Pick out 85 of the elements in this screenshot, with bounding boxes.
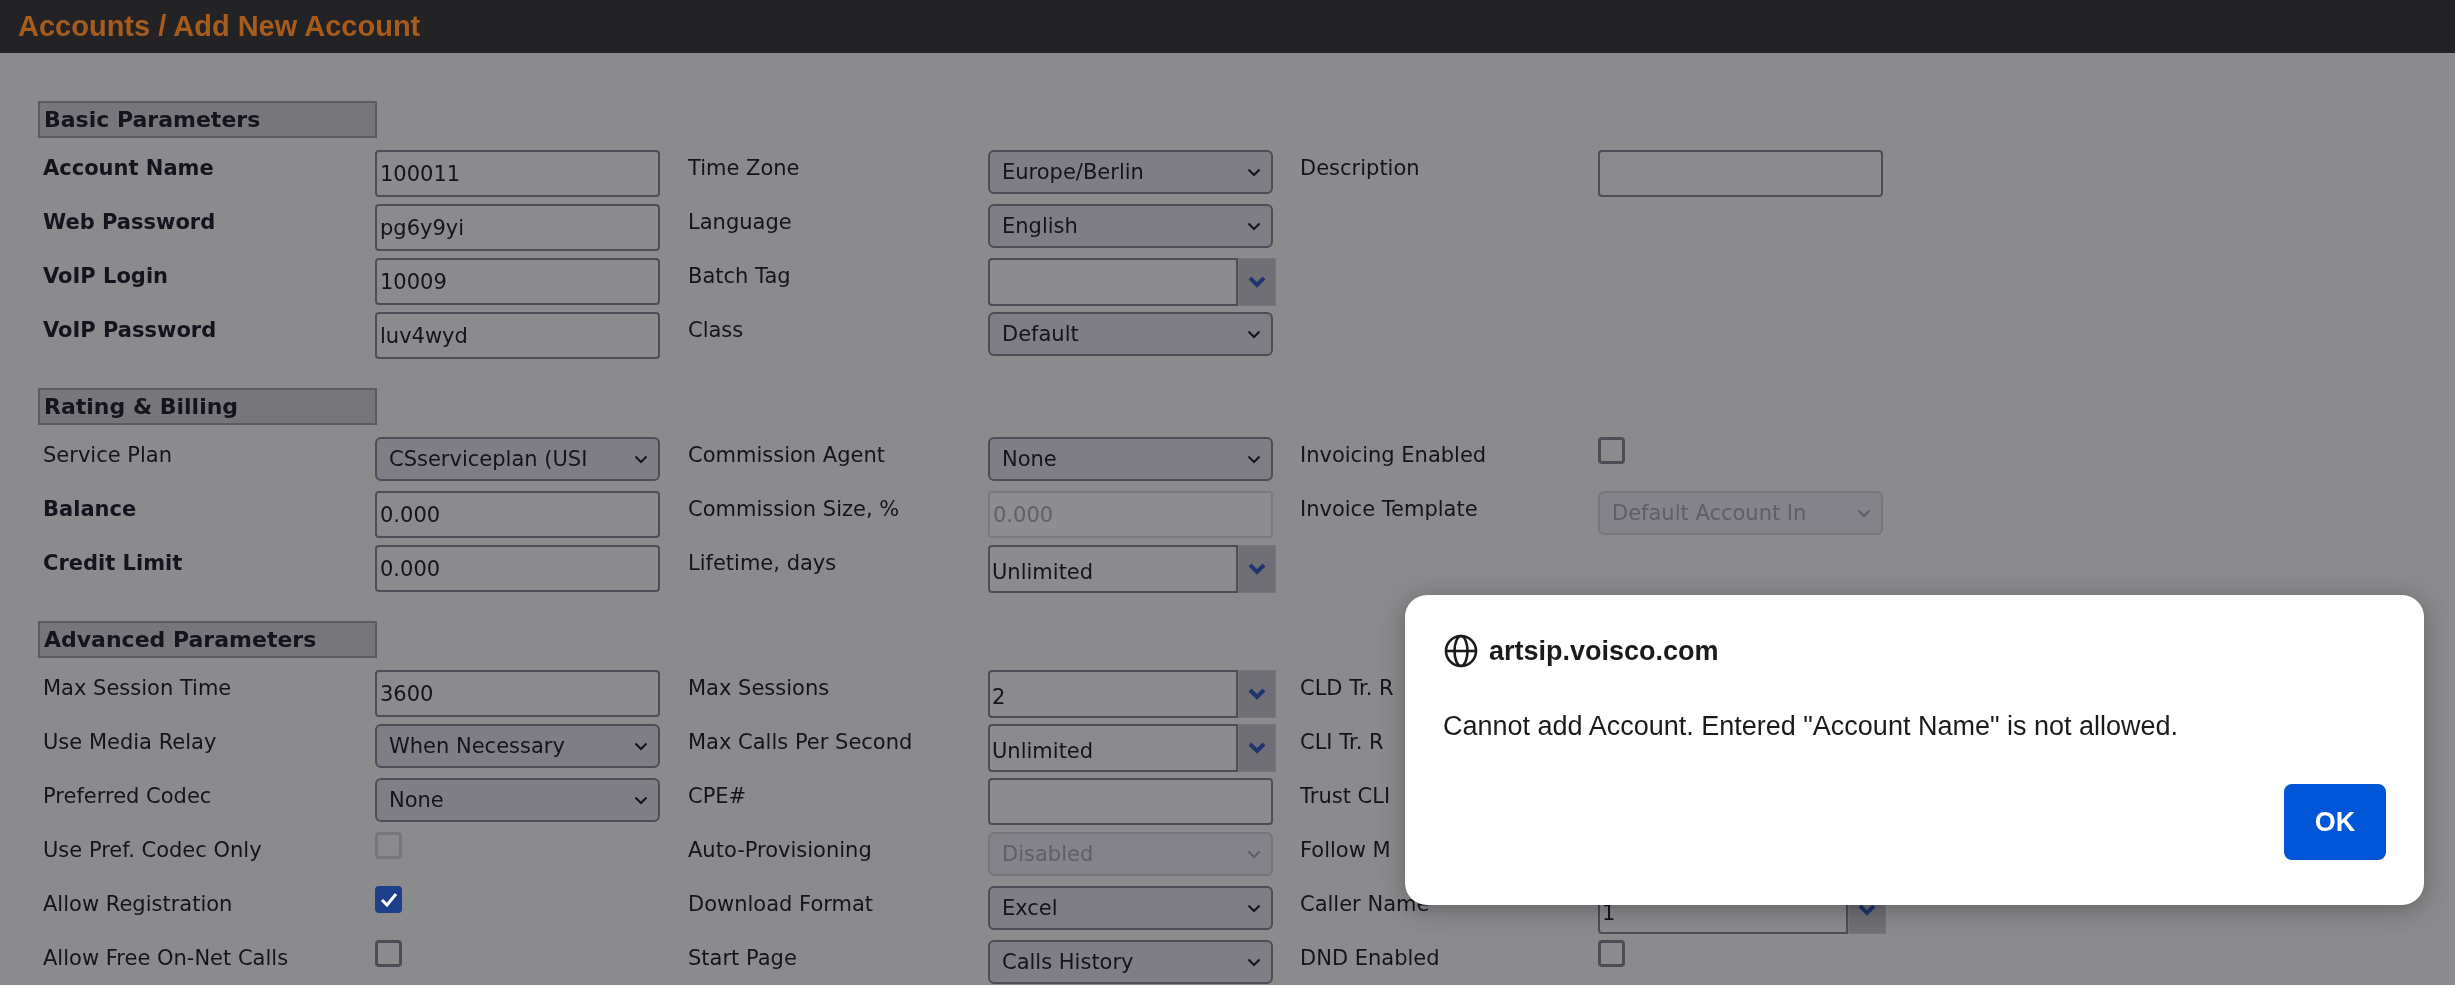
field-label: Use Pref. Codec Only [43, 838, 262, 862]
dropdown[interactable]: None [988, 437, 1273, 481]
dropdown[interactable]: English [988, 204, 1273, 248]
field-label: Language [688, 210, 792, 234]
checkbox[interactable] [375, 886, 402, 913]
field-label: VoIP Login [43, 264, 169, 288]
dropdown[interactable]: CSserviceplan (USI [375, 437, 660, 481]
chevron-down-icon [1247, 903, 1261, 913]
field-label: Trust CLI [1300, 784, 1391, 808]
field-label: Use Media Relay [43, 730, 217, 754]
field-label: CLI Tr. R [1300, 730, 1384, 754]
field-label: Batch Tag [688, 264, 791, 288]
field-label: Auto-Provisioning [688, 838, 872, 862]
input-field[interactable]: 10009 [375, 258, 660, 305]
checkbox[interactable] [1598, 437, 1625, 464]
checkbox[interactable] [1598, 940, 1625, 967]
checkmark-icon [379, 891, 398, 908]
chevron-down-icon [1247, 454, 1261, 464]
input-field[interactable]: 0.000 [375, 491, 660, 538]
dropdown[interactable]: When Necessary [375, 724, 660, 768]
checkbox[interactable] [375, 940, 402, 967]
input-field[interactable] [1598, 150, 1883, 197]
chevron-down-icon [1247, 221, 1261, 231]
field-label: Service Plan [43, 443, 172, 467]
section-heading: Rating & Billing [38, 388, 377, 425]
field-label: Time Zone [688, 156, 800, 180]
field-label: DND Enabled [1300, 946, 1440, 970]
field-label: CPE# [688, 784, 747, 808]
field-label: Balance [43, 497, 137, 521]
input-field[interactable]: Unlimited [988, 724, 1238, 772]
chevron-down-icon [1247, 849, 1261, 859]
field-label: Lifetime, days [688, 551, 837, 575]
field-label: Download Format [688, 892, 874, 916]
field-label: Account Name [43, 156, 214, 180]
field-label: Follow M [1300, 838, 1391, 862]
field-label: Credit Limit [43, 551, 183, 575]
field-label: Max Sessions [688, 676, 830, 700]
caret-icon [1248, 276, 1266, 288]
field-label: Max Calls Per Second [688, 730, 913, 754]
chevron-down-icon [634, 795, 648, 805]
dropdown[interactable]: None [375, 778, 660, 822]
field-label: Allow Free On-Net Calls [43, 946, 289, 970]
caret-icon [1248, 563, 1266, 575]
chevron-down-icon [1247, 957, 1261, 967]
field-label: Commission Size, % [688, 497, 900, 521]
caret-icon [1248, 742, 1266, 754]
input-field[interactable]: Unlimited [988, 545, 1238, 593]
field-label: Description [1300, 156, 1420, 180]
input-field[interactable]: 2 [988, 670, 1238, 718]
globe-icon [1443, 633, 1479, 669]
field-label: Web Password [43, 210, 216, 234]
field-label: Preferred Codec [43, 784, 212, 808]
field-label: Class [688, 318, 744, 342]
dropdown[interactable]: Excel [988, 886, 1273, 930]
field-label: Start Page [688, 946, 797, 970]
input-field[interactable]: 0.000 [375, 545, 660, 592]
dropdown[interactable]: Calls History [988, 940, 1273, 984]
dropdown[interactable]: Default [988, 312, 1273, 356]
dropdown[interactable]: Europe/Berlin [988, 150, 1273, 194]
ok-button[interactable]: OK [2284, 784, 2386, 860]
field-label: CLD Tr. R [1300, 676, 1394, 700]
field-label: Commission Agent [688, 443, 885, 467]
input-field[interactable]: 100011 [375, 150, 660, 197]
input-field[interactable] [988, 778, 1273, 825]
input-field[interactable]: luv4wyd [375, 312, 660, 359]
page-title: Accounts / Add New Account [18, 10, 421, 43]
chevron-down-icon [634, 454, 648, 464]
input-field[interactable] [988, 258, 1238, 306]
input-field[interactable]: 3600 [375, 670, 660, 717]
field-label: Allow Registration [43, 892, 233, 916]
input-field[interactable]: pg6y9yi [375, 204, 660, 251]
caret-icon [1858, 904, 1876, 916]
chevron-down-icon [1857, 508, 1871, 518]
section-heading: Advanced Parameters [38, 621, 377, 658]
dialog-origin: artsip.voisco.com [1489, 635, 1719, 667]
field-label: VoIP Password [43, 318, 217, 342]
chevron-down-icon [1247, 167, 1261, 177]
caret-icon [1248, 688, 1266, 700]
chevron-down-icon [634, 741, 648, 751]
chevron-down-icon [1247, 329, 1261, 339]
dialog-message: Cannot add Account. Entered "Account Name" is not allowed. [1443, 711, 2180, 742]
field-label: Invoicing Enabled [1300, 443, 1487, 467]
field-label: Invoice Template [1300, 497, 1478, 521]
section-heading: Basic Parameters [38, 101, 377, 138]
field-label: Max Session Time [43, 676, 232, 700]
